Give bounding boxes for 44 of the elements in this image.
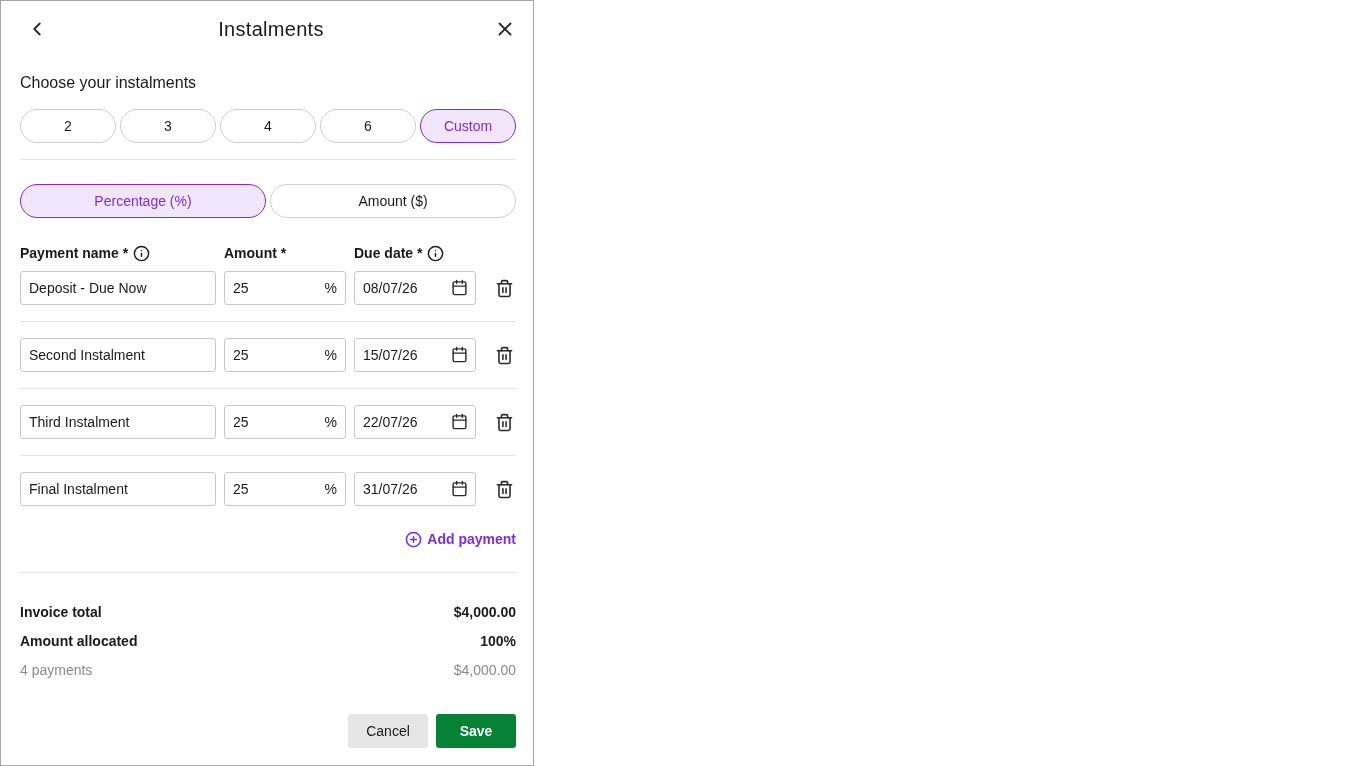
dialog-title: Instalments (217, 16, 325, 41)
summary-label: Invoice total (20, 603, 102, 622)
unit-label: % (324, 347, 337, 363)
unit-label: % (324, 414, 337, 430)
save-button[interactable]: Save (436, 714, 516, 748)
cancel-button[interactable]: Cancel (348, 714, 428, 748)
trash-icon (494, 412, 514, 432)
instalment-option[interactable]: 2 (20, 109, 116, 143)
instalment-option[interactable]: 3 (120, 109, 216, 143)
payment-name-field[interactable]: Third Instalment (20, 405, 216, 439)
trash-icon (494, 278, 514, 298)
mode-toggle-option[interactable]: Amount ($) (270, 184, 516, 218)
section-label: Choose your instalments (20, 73, 198, 93)
info-icon[interactable] (427, 244, 445, 262)
calendar-icon[interactable] (451, 346, 468, 363)
due-date-field[interactable]: 31/07/26 (354, 472, 476, 506)
calendar-icon[interactable] (451, 413, 468, 430)
unit-label: % (324, 481, 337, 497)
column-header: Due date * (354, 244, 423, 262)
mode-toggle-option[interactable]: Percentage (%) (20, 184, 266, 218)
unit-label: % (324, 280, 337, 296)
summary-value: $4,000.00 (453, 661, 516, 680)
calendar-icon[interactable] (451, 279, 468, 296)
instalment-option[interactable]: 4 (220, 109, 316, 143)
plus-circle-icon (405, 530, 423, 548)
due-date-field[interactable]: 08/07/26 (354, 271, 476, 305)
add-payment-link[interactable]: Add payment (405, 529, 516, 549)
summary-value: 100% (480, 632, 516, 651)
due-date-field[interactable]: 15/07/26 (354, 338, 476, 372)
summary-value: $4,000.00 (453, 603, 516, 622)
trash-icon (494, 345, 514, 365)
calendar-icon[interactable] (451, 480, 468, 497)
payment-name-field[interactable]: Second Instalment (20, 338, 216, 372)
payment-name-field[interactable]: Final Instalment (20, 472, 216, 506)
info-icon[interactable] (133, 244, 151, 262)
summary-label: 4 payments (20, 661, 93, 680)
column-header: Amount * (224, 244, 287, 262)
summary-label: Amount allocated (20, 632, 138, 651)
payment-name-field[interactable]: Deposit - Due Now (20, 271, 216, 305)
due-date-field[interactable]: 22/07/26 (354, 405, 476, 439)
instalment-option[interactable]: 6 (320, 109, 416, 143)
trash-icon (494, 479, 514, 499)
instalment-option[interactable]: Custom (420, 109, 516, 143)
column-header: Payment name * (20, 244, 129, 262)
